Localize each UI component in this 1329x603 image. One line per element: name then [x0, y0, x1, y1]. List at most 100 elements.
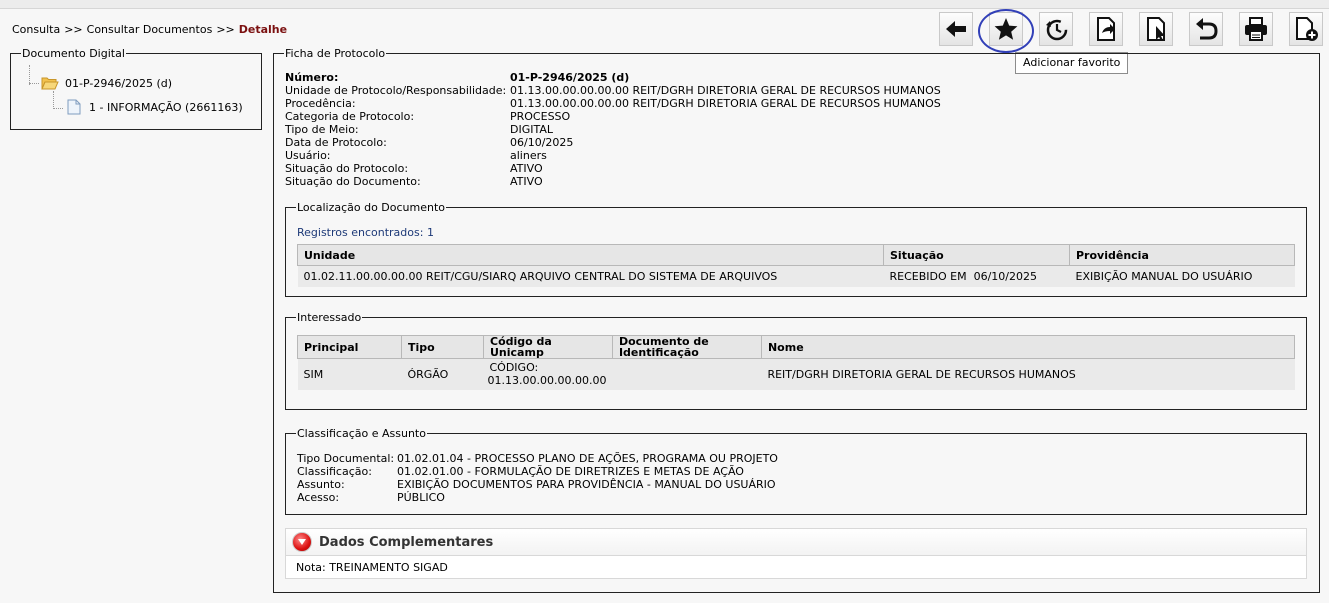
- tree-connector: [29, 83, 39, 84]
- table-cell: REIT/DGRH DIRETORIA GERAL DE RECURSOS HU…: [761, 358, 1295, 390]
- breadcrumb-separator: >>: [64, 23, 83, 36]
- table-cell: RECEBIDO EM 06/10/2025: [883, 265, 1070, 287]
- ficha-row: Data de Protocolo: 06/10/2025: [285, 136, 941, 149]
- classificacao-row: Acesso: PÚBLICO: [297, 491, 778, 504]
- ficha-label: Categoria de Protocolo:: [285, 110, 415, 123]
- classificacao-value: PÚBLICO: [397, 491, 445, 504]
- ficha-label: Situação do Documento:: [285, 175, 421, 188]
- favorite-button[interactable]: [989, 12, 1023, 46]
- ficha-label: Número:: [285, 71, 339, 84]
- table-row: 01.02.11.00.00.00.00 REIT/CGU/SIARQ ARQU…: [297, 265, 1295, 287]
- registros-count: Registros encontrados: 1: [297, 226, 434, 239]
- ficha-row: Usuário: aliners: [285, 149, 941, 162]
- table-cell: ÓRGÃO: [401, 358, 484, 390]
- table-header-row: Unidade Situação Providência: [297, 244, 1295, 266]
- nota-text: Nota: TREINAMENTO SIGAD: [296, 561, 448, 574]
- document-icon: [65, 99, 83, 115]
- ficha-row: Tipo de Meio: DIGITAL: [285, 123, 941, 136]
- tree: 01-P-2946/2025 (d) 1 - INFORMAÇÃO (26611…: [10, 47, 262, 130]
- classificacao-label: Assunto:: [297, 478, 345, 491]
- ficha-details: Número: 01-P-2946/2025 (d) Unidade de Pro…: [285, 71, 941, 188]
- dados-complementares-body: Nota: TREINAMENTO SIGAD: [285, 556, 1307, 579]
- ficha-value: 01.13.00.00.00.00.00 REIT/DGRH DIRETORIA…: [510, 97, 941, 110]
- top-strip: [0, 0, 1329, 9]
- table-cell: CÓDIGO: 01.13.00.00.00.00.00: [483, 358, 613, 390]
- history-button[interactable]: [1039, 12, 1073, 46]
- tree-connector: [29, 65, 30, 85]
- select-document-button[interactable]: [1139, 12, 1173, 46]
- print-button[interactable]: [1239, 12, 1273, 46]
- ficha-legend: Ficha de Protocolo: [285, 47, 386, 60]
- tree-connector: [53, 91, 54, 109]
- ficha-value: 06/10/2025: [510, 136, 574, 149]
- table-cell: 01.02.11.00.00.00.00 REIT/CGU/SIARQ ARQU…: [297, 265, 884, 287]
- folder-open-icon: [41, 75, 59, 91]
- classificacao-label: Acesso:: [297, 491, 340, 504]
- ficha-row: Categoria de Protocolo: PROCESSO: [285, 110, 941, 123]
- column-header-codigo: Código da Unicamp: [483, 335, 613, 359]
- dados-complementares-title: Dados Complementares: [319, 534, 494, 550]
- codigo-value: 01.13.00.00.00.00.00: [487, 374, 607, 388]
- interessado-table: Principal Tipo Código da Unicamp Documen…: [297, 335, 1296, 390]
- dados-complementares-header[interactable]: Dados Complementares: [285, 528, 1307, 556]
- ficha-value: 01.13.00.00.00.00.00 REIT/DGRH DIRETORIA…: [510, 84, 941, 97]
- breadcrumb-current: Detalhe: [238, 23, 288, 36]
- classificacao-row: Assunto: EXIBIÇÃO DOCUMENTOS PARA PROVIDÊ…: [297, 478, 778, 491]
- column-header-nome: Nome: [760, 335, 1296, 359]
- tree-node-process-label: 01-P-2946/2025 (d): [65, 76, 173, 90]
- arrow-left-icon: [946, 21, 966, 37]
- classificacao-value: EXIBIÇÃO DOCUMENTOS PARA PROVIDÊNCIA - M…: [397, 478, 776, 491]
- ficha-value: ATIVO: [510, 162, 543, 175]
- interessado-legend: Interessado: [297, 311, 362, 324]
- localizacao-legend: Localização do Documento: [297, 201, 446, 214]
- column-header-situacao: Situação: [883, 244, 1070, 266]
- column-header-documento: Documento de Identificação: [611, 335, 762, 359]
- ficha-row: Situação do Documento: ATIVO: [285, 175, 941, 188]
- ficha-value: 01-P-2946/2025 (d): [510, 71, 630, 84]
- tree-node-document[interactable]: 1 - INFORMAÇÃO (2661163): [65, 99, 243, 115]
- breadcrumb-consultar-documentos[interactable]: Consultar Documentos: [87, 23, 213, 36]
- tree-connector: [53, 108, 63, 109]
- back-button[interactable]: [939, 12, 973, 46]
- new-document-button[interactable]: [1289, 12, 1323, 46]
- tree-node-process[interactable]: 01-P-2946/2025 (d): [41, 75, 172, 91]
- classificacao-label: Tipo Documental:: [297, 452, 395, 465]
- undo-button[interactable]: [1189, 12, 1223, 46]
- classificacao-value: 01.02.01.00 - FORMULAÇÃO DE DIRETRIZES E…: [397, 465, 744, 478]
- ficha-label: Data de Protocolo:: [285, 136, 387, 149]
- classificacao-row: Tipo Documental: 01.02.01.04 - PROCESSO P…: [297, 452, 778, 465]
- localizacao-table: Unidade Situação Providência 01.02.11.00…: [297, 244, 1295, 287]
- ficha-label: Tipo de Meio:: [285, 123, 359, 136]
- history-clock-icon: [1046, 19, 1068, 41]
- table-cell: EXIBIÇÃO MANUAL DO USUÁRIO: [1069, 265, 1295, 287]
- forward-document-button[interactable]: [1089, 12, 1123, 46]
- table-cell: [612, 358, 762, 390]
- ficha-label: Situação do Protocolo:: [285, 162, 409, 175]
- undo-icon: [1196, 18, 1218, 40]
- classificacao-value: 01.02.01.04 - PROCESSO PLANO DE AÇÕES, P…: [397, 452, 778, 465]
- ficha-value: DIGITAL: [510, 123, 554, 136]
- ficha-label: Procedência:: [285, 97, 356, 110]
- table-row: SIM ÓRGÃO CÓDIGO: 01.13.00.00.00.00.00 R…: [297, 358, 1295, 390]
- column-header-providencia: Providência: [1069, 244, 1295, 266]
- breadcrumb: Consulta >> Consultar Documentos >> Detalhe: [12, 23, 287, 36]
- classificacao-row: Classificação: 01.02.01.00 - FORMULAÇÃO D…: [297, 465, 778, 478]
- table-cell: SIM: [297, 358, 402, 390]
- tree-node-document-label: 1 - INFORMAÇÃO (2661163): [89, 100, 243, 114]
- ficha-value: ATIVO: [510, 175, 543, 188]
- breadcrumb-consulta[interactable]: Consulta: [12, 23, 60, 36]
- column-header-principal: Principal: [297, 335, 402, 359]
- classificacao-legend: Classificação e Assunto: [297, 427, 426, 440]
- document-forward-icon: [1097, 17, 1115, 41]
- ficha-row: Situação do Protocolo: ATIVO: [285, 162, 941, 175]
- column-header-tipo: Tipo: [401, 335, 484, 359]
- classificacao-details: Tipo Documental: 01.02.01.04 - PROCESSO P…: [297, 452, 778, 504]
- star-icon: [994, 18, 1018, 40]
- codigo-label: CÓDIGO:: [489, 361, 539, 375]
- printer-icon: [1245, 17, 1267, 41]
- ficha-row-numero: Número: 01-P-2946/2025 (d): [285, 71, 941, 84]
- ficha-label: Unidade de Protocolo/Responsabilidade:: [285, 84, 507, 97]
- breadcrumb-separator: >>: [216, 23, 235, 36]
- document-cursor-icon: [1147, 17, 1165, 41]
- collapse-toggle-icon[interactable]: [292, 532, 312, 552]
